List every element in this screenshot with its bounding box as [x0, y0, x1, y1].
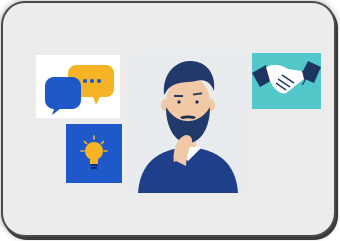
- thinking-man-panel: [130, 51, 246, 193]
- chat-bubbles-icon: [45, 65, 114, 115]
- thinking-man-icon: [138, 61, 238, 193]
- handshake-panel: [252, 53, 321, 109]
- handshake-icon: [252, 61, 321, 94]
- chat-bubbles-panel: [36, 55, 120, 118]
- lightbulb-panel: [66, 124, 122, 183]
- lightbulb-icon: [80, 135, 108, 169]
